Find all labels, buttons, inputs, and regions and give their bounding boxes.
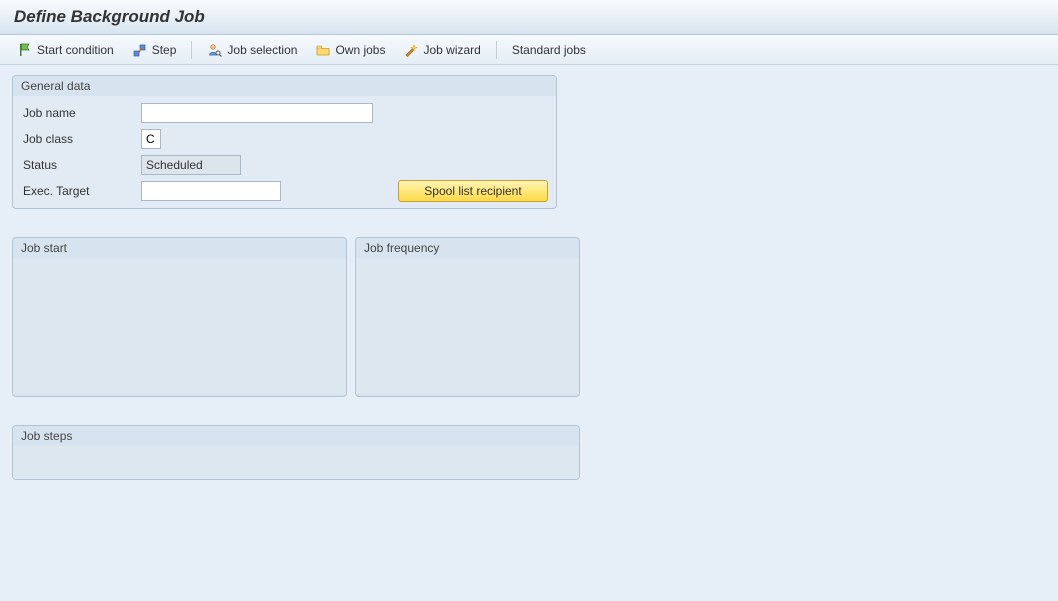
exec-target-label: Exec. Target <box>21 180 141 202</box>
page-title: Define Background Job <box>14 7 205 26</box>
step-icon <box>132 42 148 58</box>
standard-jobs-label: Standard jobs <box>512 43 586 57</box>
status-label: Status <box>21 154 141 176</box>
person-search-icon <box>207 42 223 58</box>
title-bar: Define Background Job <box>0 0 1058 35</box>
job-name-input[interactable] <box>141 103 373 123</box>
job-start-title: Job start <box>13 238 346 258</box>
general-data-group: General data Job name Job class Status S… <box>12 75 557 209</box>
job-name-label: Job name <box>21 102 141 124</box>
row-exec-target: Exec. Target Spool list recipient <box>21 180 548 202</box>
app-toolbar: Start condition Step Job selection <box>0 35 1058 65</box>
general-data-title: General data <box>13 76 556 96</box>
start-condition-label: Start condition <box>37 43 114 57</box>
job-selection-label: Job selection <box>227 43 297 57</box>
job-frequency-body <box>356 258 579 394</box>
general-data-body: Job name Job class Status Scheduled Exec… <box>13 96 556 208</box>
row-job-class: Job class <box>21 128 548 150</box>
flag-icon <box>17 42 33 58</box>
folder-icon <box>315 42 331 58</box>
job-start-body <box>13 258 346 394</box>
content-area: General data Job name Job class Status S… <box>0 65 1058 601</box>
job-steps-title: Job steps <box>13 426 579 446</box>
job-wizard-label: Job wizard <box>423 43 480 57</box>
job-class-label: Job class <box>21 128 141 150</box>
standard-jobs-button[interactable]: Standard jobs <box>505 39 593 61</box>
row-job-name: Job name <box>21 102 548 124</box>
toolbar-separator <box>496 41 497 59</box>
status-value: Scheduled <box>141 155 241 175</box>
job-wizard-button[interactable]: Job wizard <box>396 39 487 61</box>
job-frequency-group: Job frequency <box>355 237 580 397</box>
toolbar-separator <box>191 41 192 59</box>
step-button[interactable]: Step <box>125 39 184 61</box>
row-start-freq: Job start Job frequency <box>12 237 1046 397</box>
row-status: Status Scheduled <box>21 154 548 176</box>
job-steps-group: Job steps <box>12 425 580 480</box>
own-jobs-button[interactable]: Own jobs <box>308 39 392 61</box>
job-class-input[interactable] <box>141 129 161 149</box>
job-frequency-title: Job frequency <box>356 238 579 258</box>
start-condition-button[interactable]: Start condition <box>10 39 121 61</box>
own-jobs-label: Own jobs <box>335 43 385 57</box>
job-start-group: Job start <box>12 237 347 397</box>
step-label: Step <box>152 43 177 57</box>
job-selection-button[interactable]: Job selection <box>200 39 304 61</box>
wizard-icon <box>403 42 419 58</box>
exec-target-input[interactable] <box>141 181 281 201</box>
job-steps-body <box>13 446 579 479</box>
spool-list-recipient-button[interactable]: Spool list recipient <box>398 180 548 202</box>
